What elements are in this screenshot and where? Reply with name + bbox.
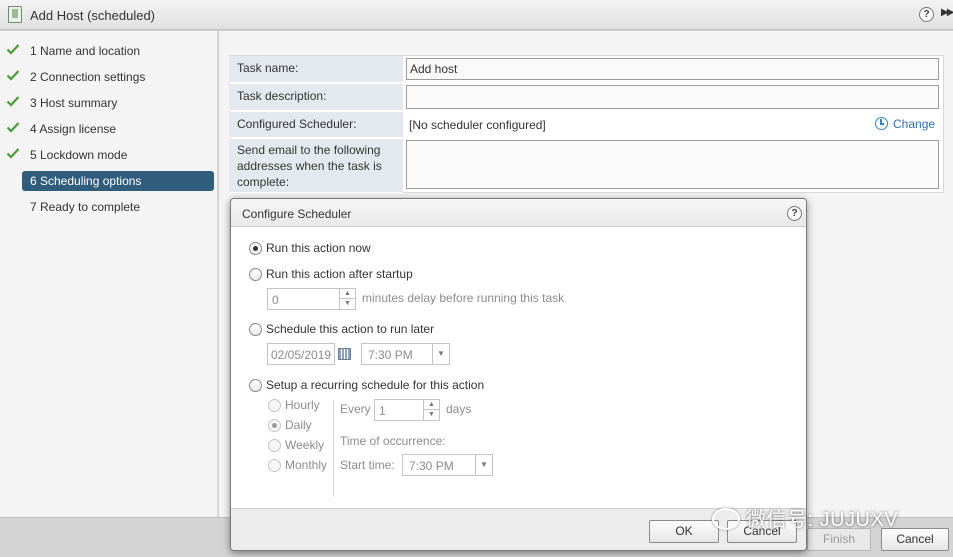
- recurring-radio[interactable]: [249, 379, 262, 392]
- recurrence-divider: [333, 400, 334, 497]
- dialog-help-icon[interactable]: ?: [787, 206, 802, 221]
- days-label: days: [446, 402, 472, 416]
- later-time-select[interactable]: 7:30 PM ▼: [361, 343, 450, 365]
- hourly-label: Hourly: [285, 398, 320, 412]
- finish-button[interactable]: Finish: [807, 528, 871, 551]
- step-name-and-location[interactable]: 1 Name and location: [0, 41, 218, 61]
- dialog-header: Configure Scheduler ?: [231, 199, 806, 227]
- configured-scheduler-value: [No scheduler configured]: [409, 118, 546, 132]
- check-icon: [6, 70, 20, 81]
- stepper-buttons: ▲ ▼: [339, 289, 355, 309]
- wizard-steps-nav: 1 Name and location 2 Connection setting…: [0, 31, 218, 517]
- task-description-input[interactable]: [406, 85, 939, 109]
- step-connection-settings[interactable]: 2 Connection settings: [0, 67, 218, 87]
- every-days-value: 1: [379, 404, 386, 418]
- watermark-text: 微信号: JUJUXV: [746, 509, 899, 531]
- schedule-later-label: Schedule this action to run later: [266, 322, 435, 336]
- email-input[interactable]: [406, 140, 939, 189]
- dialog-title: Configure Scheduler: [242, 207, 352, 221]
- check-icon: [6, 44, 20, 55]
- help-icon[interactable]: ?: [919, 7, 934, 22]
- startup-delay-suffix: minutes delay before running this task: [362, 291, 565, 305]
- configure-scheduler-dialog: Configure Scheduler ? Run this action no…: [230, 198, 807, 551]
- task-name-label: Task name:: [229, 56, 403, 83]
- stepper-down-icon[interactable]: ▼: [340, 299, 355, 309]
- step-label: 2 Connection settings: [30, 70, 146, 84]
- daily-radio[interactable]: [268, 419, 281, 432]
- step-lockdown-mode[interactable]: 5 Lockdown mode: [0, 145, 218, 165]
- startup-delay-value: 0: [272, 293, 279, 307]
- run-now-label: Run this action now: [266, 241, 371, 255]
- time-of-occurrence-label: Time of occurrence:: [340, 434, 446, 448]
- calendar-icon[interactable]: [338, 348, 351, 360]
- recurring-label: Setup a recurring schedule for this acti…: [266, 378, 485, 392]
- wizard-cancel-button[interactable]: Cancel: [881, 528, 949, 551]
- stepper-up-icon[interactable]: ▲: [424, 400, 439, 410]
- step-host-summary[interactable]: 3 Host summary: [0, 93, 218, 113]
- stepper-down-icon[interactable]: ▼: [424, 410, 439, 420]
- add-host-icon: [8, 6, 22, 23]
- change-link-text: Change: [893, 117, 936, 131]
- clock-icon: [875, 117, 888, 130]
- step-assign-license[interactable]: 4 Assign license: [0, 119, 218, 139]
- hourly-radio[interactable]: [268, 399, 281, 412]
- check-icon: [6, 122, 20, 133]
- weekly-label: Weekly: [285, 438, 325, 452]
- task-description-label: Task description:: [229, 84, 403, 111]
- startup-delay-stepper[interactable]: 0 ▲ ▼: [267, 288, 356, 310]
- step-label: 5 Lockdown mode: [30, 148, 128, 162]
- email-label: Send email to the following addresses wh…: [229, 139, 403, 193]
- task-name-input[interactable]: Add host: [406, 58, 939, 80]
- every-label: Every: [340, 402, 371, 416]
- start-time-select[interactable]: 7:30 PM ▼: [402, 454, 493, 476]
- watermark: 微信号: JUJUXV: [712, 503, 898, 531]
- start-time-label: Start time:: [340, 458, 395, 472]
- step-ready-to-complete[interactable]: 7 Ready to complete: [0, 197, 218, 217]
- step-label: 1 Name and location: [30, 44, 141, 58]
- ok-button[interactable]: OK: [649, 520, 719, 543]
- start-time-value: 7:30 PM: [409, 459, 454, 473]
- schedule-later-radio[interactable]: [249, 323, 262, 336]
- stepper-buttons: ▲ ▼: [423, 400, 439, 420]
- step-label: 3 Host summary: [30, 96, 118, 110]
- step-scheduling-options[interactable]: 6 Scheduling options: [0, 171, 218, 191]
- expand-icon[interactable]: ▶▶: [941, 7, 953, 18]
- weekly-radio[interactable]: [268, 439, 281, 452]
- window-title: Add Host (scheduled): [30, 8, 156, 23]
- later-date-input[interactable]: 02/05/2019: [267, 343, 335, 365]
- monthly-label: Monthly: [285, 458, 328, 472]
- step-label: 7 Ready to complete: [30, 200, 141, 214]
- title-bar: Add Host (scheduled) ? ▶▶: [0, 0, 953, 30]
- check-icon: [6, 96, 20, 107]
- step-label: 4 Assign license: [30, 122, 117, 136]
- wechat-icon: [712, 508, 740, 530]
- every-days-stepper[interactable]: 1 ▲ ▼: [374, 399, 440, 421]
- later-time-value: 7:30 PM: [368, 348, 413, 362]
- after-startup-radio[interactable]: [249, 268, 262, 281]
- daily-label: Daily: [285, 418, 312, 432]
- run-now-radio[interactable]: [249, 242, 262, 255]
- after-startup-label: Run this action after startup: [266, 267, 413, 281]
- check-icon: [6, 148, 20, 159]
- step-label: 6 Scheduling options: [30, 174, 142, 188]
- stepper-up-icon[interactable]: ▲: [340, 289, 355, 299]
- configured-scheduler-label: Configured Scheduler:: [229, 112, 403, 138]
- change-scheduler-link[interactable]: Change: [875, 117, 935, 131]
- chevron-down-icon: ▼: [475, 455, 492, 475]
- monthly-radio[interactable]: [268, 459, 281, 472]
- chevron-down-icon: ▼: [432, 344, 449, 364]
